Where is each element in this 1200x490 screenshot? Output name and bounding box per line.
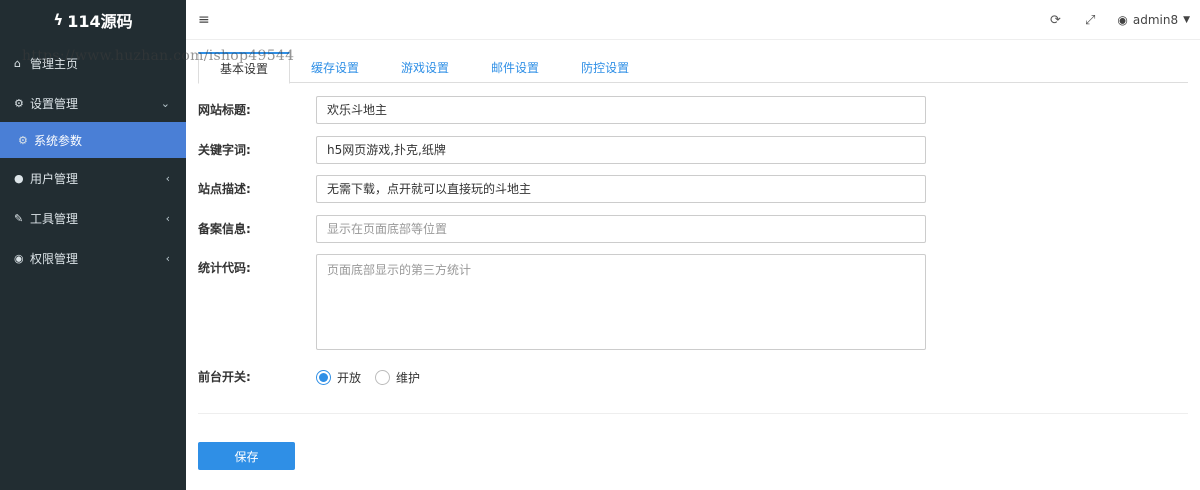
- tab-basic[interactable]: 基本设置: [198, 52, 291, 84]
- tab-security[interactable]: 防控设置: [560, 52, 650, 83]
- form-row-site-title: 网站标题: 欢乐斗地主: [198, 96, 926, 124]
- wrench-icon: ✎: [14, 211, 24, 225]
- sidebar: ϟ 114源码 ⌂ 管理主页 ⚙ 设置管理 ⌄ ⚙ 系统参数 ● 用户管理 ‹ …: [0, 0, 186, 490]
- form-divider: [198, 413, 1188, 414]
- frontend-switch-label: 前台开关:: [198, 370, 251, 384]
- description-label: 站点描述:: [198, 182, 251, 196]
- sidebar-item-system-params[interactable]: ⚙ 系统参数: [0, 122, 186, 158]
- sidebar-item-label: 设置管理: [30, 96, 79, 111]
- radio-maintenance-indicator[interactable]: [375, 369, 391, 385]
- radio-maintenance-label: 维护: [396, 370, 421, 385]
- site-title-label: 网站标题:: [198, 103, 251, 117]
- form-row-icp: 备案信息: 显示在页面底部等位置: [198, 215, 926, 243]
- username: admin8: [1132, 13, 1179, 27]
- form-row-stats-code: 统计代码: 页面底部显示的第三方统计: [198, 254, 926, 350]
- sidebar-item-users[interactable]: ● 用户管理 ‹: [0, 158, 186, 198]
- sidebar-item-home[interactable]: ⌂ 管理主页: [0, 42, 186, 84]
- tab-cache[interactable]: 缓存设置: [290, 52, 380, 83]
- chevron-left-icon: ‹: [165, 211, 170, 225]
- home-icon: ⌂: [14, 56, 21, 70]
- radio-open-label: 开放: [337, 370, 362, 385]
- fullscreen-icon[interactable]: ⤢: [1085, 13, 1095, 28]
- chevron-down-icon: ⌄: [160, 96, 170, 110]
- sidebar-item-label: 工具管理: [30, 211, 79, 226]
- radio-open[interactable]: 开放: [316, 369, 361, 386]
- sidebar-item-label: 用户管理: [30, 171, 79, 186]
- stats-code-label: 统计代码:: [198, 261, 251, 275]
- sidebar-item-permissions[interactable]: ◉ 权限管理 ‹: [0, 238, 186, 278]
- refresh-icon[interactable]: ⟳: [1050, 13, 1061, 28]
- frontend-switch-radios: 开放 维护: [316, 363, 434, 391]
- chevron-left-icon: ‹: [165, 171, 170, 185]
- description-input[interactable]: 无需下载，点开就可以直接玩的斗地主: [316, 175, 926, 203]
- icp-label: 备案信息:: [198, 222, 251, 236]
- users-icon: ●: [14, 171, 24, 185]
- keywords-input[interactable]: h5网页游戏,扑克,纸牌: [316, 136, 926, 164]
- sidebar-item-settings[interactable]: ⚙ 设置管理 ⌄: [0, 84, 186, 122]
- form-row-description: 站点描述: 无需下载，点开就可以直接玩的斗地主: [198, 175, 926, 203]
- sidebar-item-label: 权限管理: [30, 251, 79, 266]
- keywords-label: 关键字词:: [198, 143, 251, 157]
- user-menu[interactable]: ◉ admin8 ▼: [1117, 13, 1190, 27]
- sidebar-item-tools[interactable]: ✎ 工具管理 ‹: [0, 198, 186, 238]
- tab-mail[interactable]: 邮件设置: [470, 52, 560, 83]
- tab-game[interactable]: 游戏设置: [380, 52, 470, 83]
- cogs-icon: ⚙: [14, 96, 24, 110]
- chevron-left-icon: ‹: [165, 251, 170, 265]
- icp-input[interactable]: 显示在页面底部等位置: [316, 215, 926, 243]
- save-button[interactable]: 保存: [198, 442, 295, 470]
- radio-open-indicator[interactable]: [316, 369, 331, 385]
- site-title-input[interactable]: 欢乐斗地主: [316, 96, 926, 124]
- radio-maintenance[interactable]: 维护: [375, 369, 420, 386]
- bolt-icon: ϟ: [53, 11, 64, 29]
- user-circle-icon: ◉: [14, 251, 24, 265]
- gear-icon: ⚙: [18, 133, 28, 147]
- form-row-frontend-switch: 前台开关: 开放 维护: [198, 363, 434, 391]
- app-logo[interactable]: ϟ 114源码: [0, 0, 186, 40]
- stats-code-textarea[interactable]: 页面底部显示的第三方统计: [316, 254, 926, 350]
- top-header: ≡ ⟳ ⤢ ◉ admin8 ▼: [186, 0, 1200, 40]
- settings-tabs: 基本设置 缓存设置 游戏设置 邮件设置 防控设置: [198, 52, 1188, 84]
- app-logo-text: 114源码: [67, 12, 133, 31]
- sidebar-item-label: 管理主页: [30, 56, 79, 71]
- menu-toggle-icon[interactable]: ≡: [198, 12, 210, 28]
- sidebar-item-label: 系统参数: [34, 133, 83, 148]
- caret-down-icon: ▼: [1183, 15, 1190, 25]
- user-circle-icon: ◉: [1117, 13, 1128, 27]
- form-row-keywords: 关键字词: h5网页游戏,扑克,纸牌: [198, 136, 926, 164]
